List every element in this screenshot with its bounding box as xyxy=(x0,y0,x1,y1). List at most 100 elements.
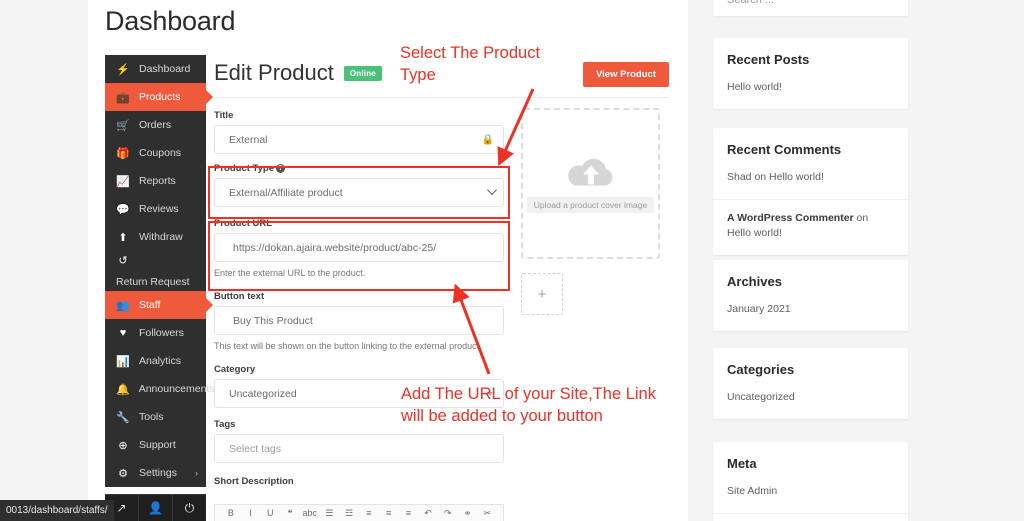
title-input[interactable]: External 🔒 xyxy=(214,125,504,154)
sidebar-item-label: Staff xyxy=(139,299,161,311)
wrench-icon: 🔧 xyxy=(116,411,130,424)
sidebar-item-label: Dashboard xyxy=(139,63,191,75)
sidebar-item-staff[interactable]: 👥 Staff xyxy=(105,291,206,319)
widget-categories: Categories Uncategorized xyxy=(713,348,908,419)
briefcase-icon: 💼 xyxy=(116,91,130,104)
header-divider xyxy=(214,97,669,98)
product-url-label: Product URL xyxy=(214,218,273,229)
chat-icon: 💬 xyxy=(116,203,130,216)
widget-list-item[interactable]: Hello world! xyxy=(713,67,908,109)
title-value: External xyxy=(229,133,268,146)
product-type-select[interactable]: External/Affiliate product xyxy=(214,178,504,207)
tags-input[interactable]: Select tags xyxy=(214,434,504,463)
widget-recent-posts: Recent Posts Hello world! xyxy=(713,38,908,109)
gallery-add-button[interactable]: + xyxy=(521,273,563,315)
edit-product-heading: Edit Product xyxy=(214,60,334,85)
sidebar-item-label: Support xyxy=(139,439,176,451)
field-product-type: Product Type? External/Affiliate product xyxy=(214,163,504,207)
sidebar-item-label: Withdraw xyxy=(139,231,183,243)
widget-list-item[interactable]: Site Admin xyxy=(713,471,908,513)
chevron-down-icon xyxy=(487,184,497,195)
toolbar-undo-icon[interactable]: ↶ xyxy=(418,508,438,519)
widget-list-item[interactable]: Uncategorized xyxy=(713,377,908,419)
sidebar-item-announcements[interactable]: 🔔 Announcements xyxy=(105,375,215,403)
help-icon[interactable]: ? xyxy=(276,164,285,173)
view-product-button[interactable]: View Product xyxy=(582,62,669,87)
button-text-label: Button text xyxy=(214,291,265,302)
sidebar-item-return-request[interactable]: ↺ Return Request xyxy=(105,251,206,291)
users-icon: 👥 xyxy=(116,299,130,312)
sidebar-item-withdraw[interactable]: ⬆ Withdraw xyxy=(105,223,206,251)
toolbar-unlink-icon[interactable]: ✂ xyxy=(477,508,497,519)
toolbar-italic-icon[interactable]: I xyxy=(241,508,261,518)
chart-line-icon: 📈 xyxy=(116,175,130,188)
bell-icon: 🔔 xyxy=(116,383,130,396)
toolbar-align-left-icon[interactable]: ≡ xyxy=(359,508,379,518)
sidebar-item-orders[interactable]: 🛒 Orders xyxy=(105,111,206,139)
tags-placeholder: Select tags xyxy=(229,442,281,455)
power-icon[interactable]: ⏻ xyxy=(173,495,206,521)
toolbar-align-right-icon[interactable]: ≡ xyxy=(398,508,418,518)
sidebar-item-label: Reports xyxy=(139,175,176,187)
widget-title: Recent Comments xyxy=(727,142,842,157)
user-icon[interactable]: 👤 xyxy=(139,495,173,521)
field-product-url: Product URL https://dokan.ajaira.website… xyxy=(214,218,504,280)
button-text-help: This text will be shown on the button li… xyxy=(214,341,482,351)
widget-list-item[interactable]: Shad on Hello world! xyxy=(713,157,908,199)
sidebar-item-reports[interactable]: 📈 Reports xyxy=(105,167,206,195)
upload-icon: ⬆ xyxy=(118,231,128,244)
field-button-text: Button text Buy This Product This text w… xyxy=(214,291,504,353)
category-label: Category xyxy=(214,364,256,375)
widget-list-item[interactable]: January 2021 xyxy=(713,289,908,331)
button-text-input[interactable]: Buy This Product xyxy=(214,306,504,335)
status-badge: Online xyxy=(343,65,382,81)
product-url-input[interactable]: https://dokan.ajaira.website/product/abc… xyxy=(214,233,504,262)
sidebar-item-label: Coupons xyxy=(139,147,182,159)
sidebar-item-followers[interactable]: ♥ Followers xyxy=(105,319,206,347)
search-widget[interactable]: Search ... xyxy=(713,0,908,16)
browser-status-bar: 0013/dashboard/staffs/ xyxy=(0,500,114,521)
toolbar-blockquote-icon[interactable]: ❝ xyxy=(280,508,300,519)
lifebuoy-icon: ⊕ xyxy=(118,439,128,452)
undo-icon: ↺ xyxy=(118,254,128,267)
product-cover-upload[interactable]: Upload a product cover image xyxy=(521,108,660,259)
widget-title: Categories xyxy=(727,362,795,377)
sidebar-item-label: Settings xyxy=(139,467,177,479)
toolbar-align-center-icon[interactable]: ≡ xyxy=(379,508,399,518)
sidebar-item-tools[interactable]: 🔧 Tools xyxy=(105,403,206,431)
toolbar-unordered-list-icon[interactable]: ☰ xyxy=(320,508,340,519)
sidebar-item-label: Followers xyxy=(139,327,184,339)
widget-title: Archives xyxy=(727,274,782,289)
sidebar-item-dashboard[interactable]: ⚡ Dashboard xyxy=(105,55,206,83)
toolbar-redo-icon[interactable]: ↷ xyxy=(438,508,458,519)
sidebar-item-support[interactable]: ⊕ Support xyxy=(105,431,206,459)
annotation-add-url: Add The URL of your Site,The Link will b… xyxy=(401,385,656,425)
toolbar-link-icon[interactable]: ⚭ xyxy=(458,508,478,519)
button-text-value: Buy This Product xyxy=(233,314,313,327)
sidebar-footer-icons: ↗ 👤 ⏻ xyxy=(105,494,206,521)
toolbar-bold-icon[interactable]: B xyxy=(221,508,241,518)
search-placeholder: Search ... xyxy=(727,0,775,6)
category-value: Uncategorized xyxy=(229,387,297,400)
product-type-label: Product Type? xyxy=(214,163,504,174)
sidebar-item-analytics[interactable]: 📊 Analytics xyxy=(105,347,206,375)
gear-icon: ⚙ xyxy=(118,467,128,480)
sidebar-item-products[interactable]: 💼 Products xyxy=(105,83,206,111)
cloud-upload-icon xyxy=(567,158,612,185)
sidebar-item-label: Return Request xyxy=(116,275,190,288)
sidebar-nav: ⚡ Dashboard 💼 Products 🛒 Orders 🎁 Coupons 📈 Repor… xyxy=(105,55,215,487)
toolbar-underline-icon[interactable]: U xyxy=(260,508,280,518)
product-form: Title External 🔒 Product Type? External/… xyxy=(214,110,504,491)
sidebar-item-reviews[interactable]: 💬 Reviews xyxy=(105,195,206,223)
toolbar-ordered-list-icon[interactable]: ☲ xyxy=(339,508,359,519)
sidebar-item-settings[interactable]: ⚙ Settings › xyxy=(105,459,206,487)
sidebar-item-label: Tools xyxy=(139,411,164,423)
short-description-label: Short Description xyxy=(214,476,294,487)
field-short-description: Short Description xyxy=(214,476,504,487)
widget-list-item[interactable]: A WordPress Commenter on Hello world! xyxy=(713,199,908,255)
toolbar-strikethrough-icon[interactable]: abc xyxy=(300,508,320,518)
sidebar-item-coupons[interactable]: 🎁 Coupons xyxy=(105,139,206,167)
annotation-select-product-type: Select The Product Type xyxy=(400,44,541,84)
rich-text-toolbar[interactable]: B I U ❝ abc ☰ ☲ ≡ ≡ ≡ ↶ ↷ ⚭ ✂ xyxy=(214,504,504,521)
widget-list-item[interactable]: Log out xyxy=(713,513,908,521)
